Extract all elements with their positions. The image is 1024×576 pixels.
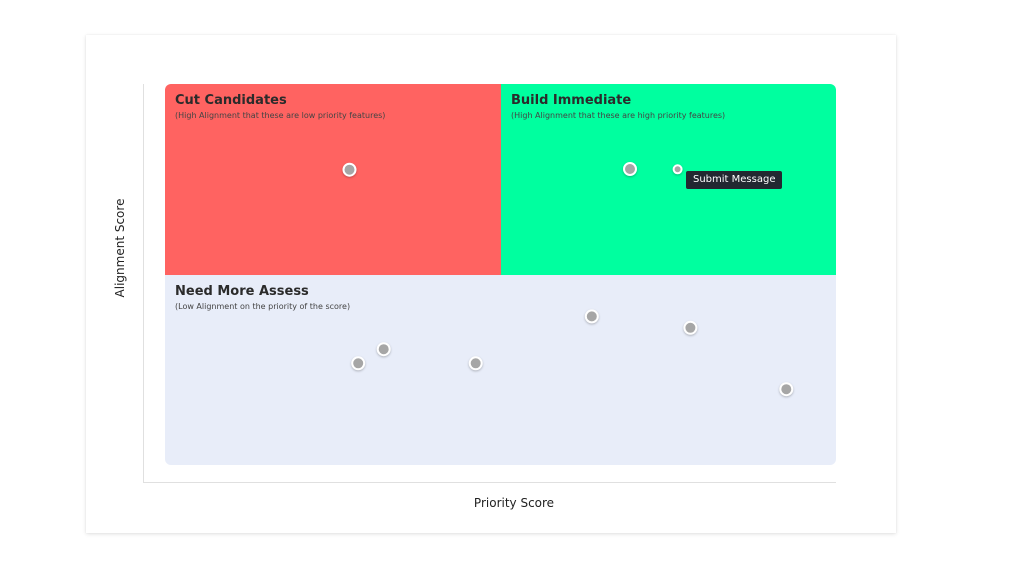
scatter-point[interactable] bbox=[584, 309, 599, 324]
quadrant-subtitle: (High Alignment that these are high prio… bbox=[511, 111, 726, 120]
quadrant-need-more-assess: Need More Assess (Low Alignment on the p… bbox=[165, 275, 836, 465]
x-axis-label: Priority Score bbox=[473, 496, 555, 510]
scatter-point[interactable] bbox=[376, 342, 391, 357]
x-axis-line bbox=[143, 482, 836, 483]
scatter-point[interactable] bbox=[468, 356, 483, 371]
scatter-point[interactable] bbox=[623, 162, 637, 176]
quadrant-build-immediate: Build Immediate (High Alignment that the… bbox=[501, 84, 836, 275]
scatter-point[interactable] bbox=[351, 356, 366, 371]
y-axis-label: Alignment Score bbox=[113, 198, 127, 298]
point-tooltip: Submit Message bbox=[686, 171, 783, 189]
quadrant-title: Cut Candidates bbox=[175, 93, 287, 108]
quadrant-subtitle: (High Alignment that these are low prior… bbox=[175, 111, 386, 120]
scatter-point[interactable] bbox=[342, 162, 357, 177]
y-axis-line bbox=[143, 84, 144, 482]
quadrant-title: Build Immediate bbox=[511, 93, 632, 108]
scatter-point-hovered[interactable] bbox=[672, 164, 683, 175]
scatter-point[interactable] bbox=[779, 382, 794, 397]
scatter-point[interactable] bbox=[683, 320, 698, 335]
quadrant-cut-candidates: Cut Candidates (High Alignment that thes… bbox=[165, 84, 501, 275]
quadrant-title: Need More Assess bbox=[175, 284, 309, 299]
quadrant-subtitle: (Low Alignment on the priority of the sc… bbox=[175, 302, 351, 311]
